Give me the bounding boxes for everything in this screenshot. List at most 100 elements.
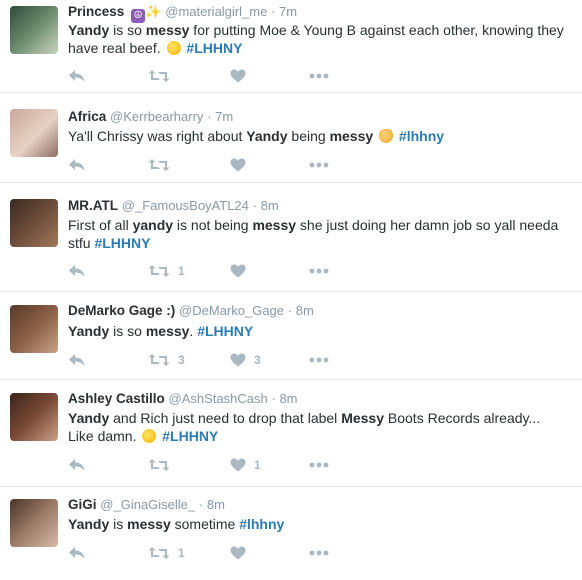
retweet-button[interactable]: 3 (148, 351, 185, 369)
display-name[interactable]: Princess (68, 4, 124, 19)
keyword: yandy (132, 217, 174, 233)
more-icon (309, 462, 329, 468)
more-icon (309, 73, 329, 79)
hashtag-link[interactable]: #lhhny (239, 516, 284, 532)
heart-icon (230, 546, 246, 560)
text-span: is so (109, 323, 146, 339)
username[interactable]: @_GinaGiselle_ (100, 497, 195, 512)
like-button[interactable]: 3 (230, 351, 261, 369)
sparkles-emoji-icon: ✨ (145, 4, 162, 19)
keyword: messy (252, 217, 297, 233)
reply-button[interactable] (68, 456, 86, 474)
avatar[interactable] (10, 393, 58, 441)
more-icon (309, 268, 329, 274)
like-button[interactable] (230, 67, 246, 85)
more-button[interactable] (309, 544, 329, 562)
retweet-button[interactable]: 1 (148, 262, 185, 280)
tweet-actions: 1 (68, 544, 368, 562)
like-count: 1 (254, 458, 261, 472)
reply-button[interactable] (68, 156, 86, 174)
hashtag-link[interactable]: #LHHNY (197, 323, 253, 339)
tweet-actions: 1 (68, 456, 368, 474)
heart-icon (230, 264, 246, 278)
retweet-button[interactable] (148, 156, 170, 174)
hashtag-link[interactable]: #LHHNY (94, 235, 150, 251)
retweet-count: 3 (178, 353, 185, 367)
reply-button[interactable] (68, 262, 86, 280)
more-button[interactable] (309, 156, 329, 174)
display-name[interactable]: Ashley Castillo (68, 391, 165, 406)
retweet-icon (148, 458, 170, 472)
tweet[interactable]: Ashley Castillo @AshStashCash · 8m Yandy… (0, 380, 582, 487)
display-name[interactable]: Africa (68, 109, 106, 124)
like-button[interactable] (230, 262, 246, 280)
avatar[interactable] (10, 305, 58, 353)
timestamp[interactable]: · 8m (253, 198, 279, 213)
like-count: 3 (254, 353, 261, 367)
text-span: and Rich just need to drop that label (109, 410, 342, 426)
timestamp[interactable]: · 7m (271, 4, 297, 19)
avatar[interactable] (10, 109, 58, 157)
tweet-text: Yandy is messy sometime #lhhny (68, 515, 568, 533)
username[interactable]: @AshStashCash (169, 391, 268, 406)
text-span: sometime (170, 516, 240, 532)
keyword: Yandy (246, 128, 288, 144)
display-name[interactable]: MR.ATL (68, 198, 118, 213)
hashtag-link[interactable]: #lhhny (395, 128, 444, 144)
like-button[interactable] (230, 544, 246, 562)
timestamp[interactable]: · 8m (288, 303, 314, 318)
emoji-icon (166, 41, 181, 55)
tweet[interactable]: Princess ☮ ✨ @materialgirl_me · 7m Yandy i… (0, 0, 582, 93)
retweet-button[interactable]: 1 (148, 544, 185, 562)
username[interactable]: @_FamousBoyATL24 (122, 198, 249, 213)
reply-icon (68, 353, 86, 367)
keyword: Messy (341, 410, 384, 426)
avatar[interactable] (10, 499, 58, 547)
reply-button[interactable] (68, 351, 86, 369)
retweet-icon (148, 158, 170, 172)
tweet[interactable]: Africa @Kerrbearharry · 7m Ya'll Chrissy… (0, 93, 582, 183)
keyword: messy (127, 516, 171, 532)
username[interactable]: @Kerrbearharry (110, 109, 203, 124)
reply-icon (68, 458, 86, 472)
avatar[interactable] (10, 6, 58, 54)
tweet-header: Ashley Castillo @AshStashCash · 8m (68, 391, 298, 406)
timestamp[interactable]: · 8m (199, 497, 225, 512)
retweet-button[interactable] (148, 67, 170, 85)
like-button[interactable]: 1 (230, 456, 261, 474)
display-name[interactable]: GiGi (68, 497, 97, 512)
tweet-header: DeMarko Gage :) @DeMarko_Gage · 8m (68, 303, 314, 318)
hashtag-link[interactable]: #LHHNY (158, 428, 218, 444)
keyword: messy (145, 323, 190, 339)
more-button[interactable] (309, 67, 329, 85)
username[interactable]: @materialgirl_me (165, 4, 267, 19)
tweet[interactable]: GiGi @_GinaGiselle_ · 8m Yandy is messy … (0, 487, 582, 580)
more-button[interactable] (309, 456, 329, 474)
more-button[interactable] (309, 351, 329, 369)
reply-button[interactable] (68, 67, 86, 85)
retweet-button[interactable] (148, 456, 170, 474)
tweet-text: Ya'll Chrissy was right about Yandy bein… (68, 127, 568, 145)
heart-icon (230, 69, 246, 83)
tweet-actions (68, 156, 368, 174)
username[interactable]: @DeMarko_Gage (179, 303, 284, 318)
retweet-icon (148, 353, 170, 367)
tweet[interactable]: DeMarko Gage :) @DeMarko_Gage · 8m Yandy… (0, 292, 582, 380)
timestamp[interactable]: · 8m (272, 391, 298, 406)
hashtag-link[interactable]: #LHHNY (183, 40, 242, 56)
retweet-count: 1 (178, 264, 185, 278)
tweet-text: Yandy is so messy. #LHHNY (68, 322, 568, 340)
display-name[interactable]: DeMarko Gage :) (68, 303, 175, 318)
more-button[interactable] (309, 262, 329, 280)
reply-button[interactable] (68, 544, 86, 562)
tweet[interactable]: MR.ATL @_FamousBoyATL24 · 8m First of al… (0, 183, 582, 292)
more-icon (309, 550, 329, 556)
keyword: messy (145, 22, 190, 38)
reply-icon (68, 546, 86, 560)
text-span: is not being (173, 217, 253, 233)
like-button[interactable] (230, 156, 246, 174)
avatar[interactable] (10, 199, 58, 247)
retweet-icon (148, 546, 170, 560)
timestamp[interactable]: · 7m (207, 109, 233, 124)
more-icon (309, 357, 329, 363)
